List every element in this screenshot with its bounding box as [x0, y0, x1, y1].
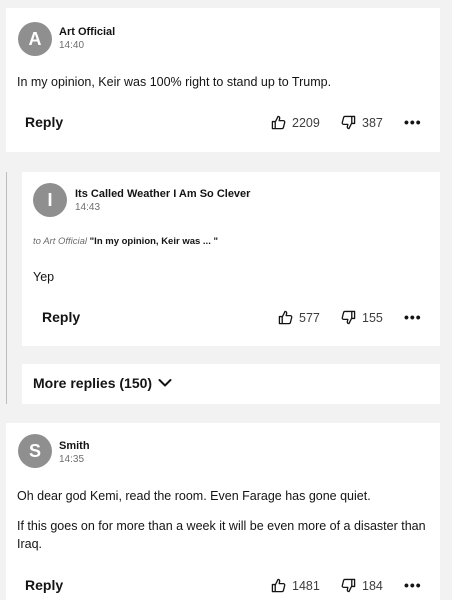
reply-button[interactable]: Reply — [25, 577, 63, 593]
reply-button[interactable]: Reply — [42, 309, 80, 325]
comment-body: In my opinion, Keir was 100% right to st… — [17, 75, 332, 89]
comment-timestamp: 14:35 — [59, 454, 85, 465]
downvote-count: 387 — [362, 115, 383, 130]
comment-author[interactable]: Smith — [59, 440, 90, 452]
downvote-button[interactable]: 387 — [341, 115, 383, 130]
comment-body: Yep — [33, 270, 55, 284]
thread-line — [6, 172, 7, 404]
upvote-count: 2209 — [292, 115, 320, 130]
upvote-button[interactable]: 2209 — [271, 115, 320, 130]
avatar[interactable]: A — [18, 22, 52, 56]
comment-card: A Art Official 14:40 In my opinion, Keir… — [6, 8, 440, 152]
upvote-button[interactable]: 1481 — [271, 578, 320, 593]
comment-author[interactable]: Its Called Weather I Am So Clever — [75, 188, 250, 200]
thumbs-down-icon — [341, 310, 356, 325]
thumbs-up-icon — [271, 578, 286, 593]
thumbs-up-icon — [271, 115, 286, 130]
comment-timestamp: 14:43 — [75, 202, 101, 213]
avatar[interactable]: S — [18, 434, 52, 468]
downvote-count: 155 — [362, 310, 383, 325]
reply-to-reference[interactable]: to Art Official "In my opinion, Keir was… — [33, 236, 218, 247]
downvote-button[interactable]: 184 — [341, 578, 383, 593]
thumbs-up-icon — [278, 310, 293, 325]
avatar[interactable]: I — [33, 183, 67, 217]
reply-comment-card: I Its Called Weather I Am So Clever 14:4… — [22, 172, 440, 346]
downvote-count: 184 — [362, 578, 383, 593]
comment-timestamp: 14:40 — [59, 40, 85, 51]
more-replies-bar: More replies (150) — [22, 364, 440, 404]
upvote-count: 577 — [299, 310, 320, 325]
more-options-button[interactable]: ••• — [404, 114, 422, 130]
reply-button[interactable]: Reply — [25, 114, 63, 130]
thumbs-down-icon — [341, 578, 356, 593]
more-options-button[interactable]: ••• — [404, 577, 422, 593]
comment-author[interactable]: Art Official — [59, 26, 115, 38]
downvote-button[interactable]: 155 — [341, 310, 383, 325]
comment-card: S Smith 14:35 Oh dear god Kemi, read the… — [6, 423, 440, 600]
upvote-button[interactable]: 577 — [278, 310, 320, 325]
comment-body: Oh dear god Kemi, read the room. Even Fa… — [17, 489, 426, 551]
upvote-count: 1481 — [292, 578, 320, 593]
more-options-button[interactable]: ••• — [404, 309, 422, 325]
more-replies-button[interactable]: More replies (150) — [33, 375, 172, 391]
thumbs-down-icon — [341, 115, 356, 130]
chevron-down-icon — [158, 379, 172, 387]
